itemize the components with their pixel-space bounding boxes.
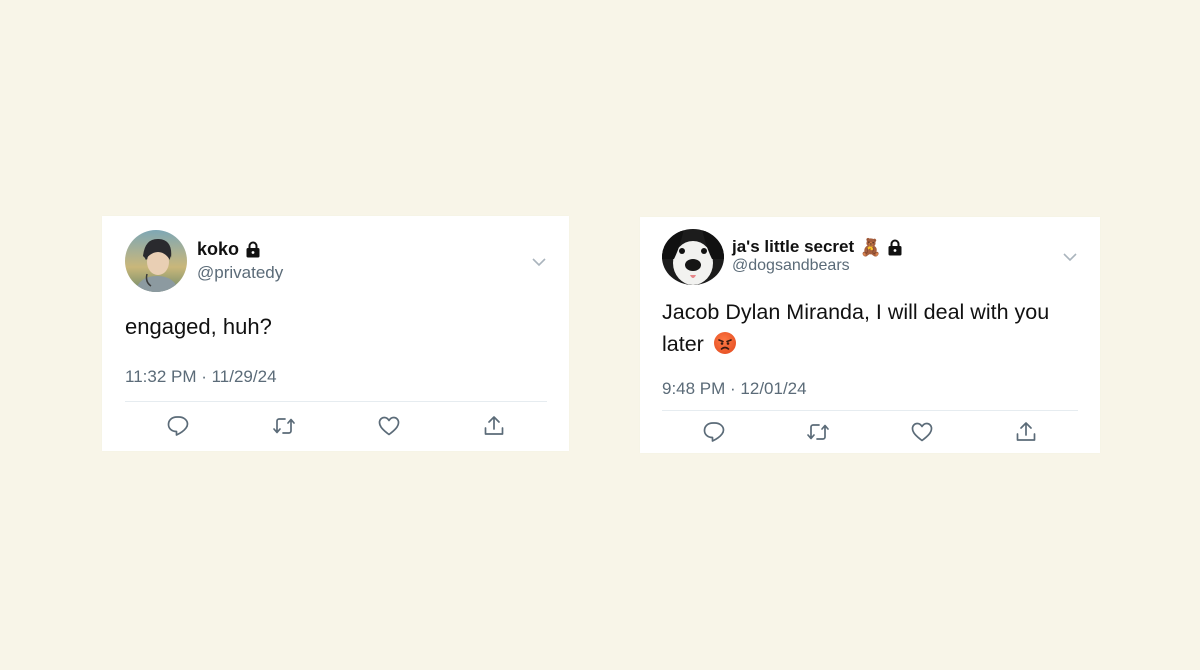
divider [125,401,547,402]
retweet-button[interactable] [806,420,830,444]
timestamp[interactable]: 11:32 PM · 11/29/24 [125,367,277,387]
lock-icon [245,241,261,258]
share-icon [1016,422,1036,441]
lock-icon [887,239,903,256]
tweet-text: engaged, huh? [125,314,272,339]
reply-icon [703,422,725,442]
like-button[interactable] [910,420,934,444]
retweet-button[interactable] [272,414,296,438]
retweet-icon [273,418,295,434]
avatar[interactable] [662,229,724,285]
chevron-down-icon[interactable] [1062,249,1078,265]
display-name-text[interactable]: koko [197,239,239,260]
divider [662,410,1078,411]
reply-button[interactable] [702,420,726,444]
teddy-bear-icon: 🧸 [860,237,882,257]
handle[interactable]: @privatedy [197,263,283,283]
reply-button[interactable] [166,414,190,438]
tweet-card[interactable]: koko @privatedy engaged, huh? 11:32 PM ·… [102,216,569,451]
retweet-icon [807,424,829,440]
share-button[interactable] [1014,420,1038,444]
avatar[interactable] [125,230,187,292]
angry-face-icon [713,332,736,354]
reply-icon [167,416,189,436]
display-name[interactable]: koko [197,239,261,260]
like-icon [911,422,933,442]
chevron-down-icon[interactable] [531,254,547,270]
display-name[interactable]: ja's little secret 🧸 [732,237,903,257]
display-name-text[interactable]: ja's little secret [732,237,854,257]
handle[interactable]: @dogsandbears [732,257,850,275]
tweet-text: Jacob Dylan Miranda, I will deal with yo… [662,296,1082,360]
tweet-card[interactable]: ja's little secret 🧸 @dogsandbears Jacob… [640,217,1100,453]
timestamp[interactable]: 9:48 PM · 12/01/24 [662,379,807,399]
like-icon [378,416,400,436]
share-button[interactable] [482,414,506,438]
like-button[interactable] [377,414,401,438]
share-icon [484,416,504,435]
